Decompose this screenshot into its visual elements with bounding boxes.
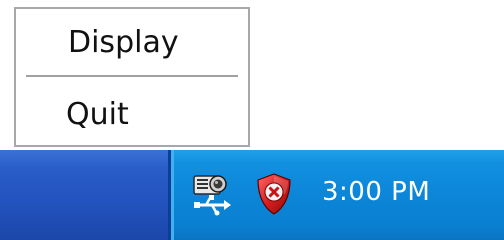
security-shield-alert-icon[interactable] xyxy=(254,172,294,216)
menu-separator xyxy=(26,75,238,77)
taskbar-buttons-area[interactable] xyxy=(0,150,168,240)
menu-item-display[interactable]: Display xyxy=(16,15,248,69)
tray-context-menu: Display Quit xyxy=(14,7,250,147)
system-clock[interactable]: 3:00 PM xyxy=(322,172,430,212)
notification-area-edge xyxy=(171,150,174,240)
menu-item-display-label: Display xyxy=(68,24,179,60)
menu-item-quit-label: Quit xyxy=(66,96,129,132)
menu-item-quit[interactable]: Quit xyxy=(16,87,248,141)
projector-usb-icon[interactable] xyxy=(192,172,232,216)
screen: Display Quit 3:00 PM xyxy=(0,0,504,240)
